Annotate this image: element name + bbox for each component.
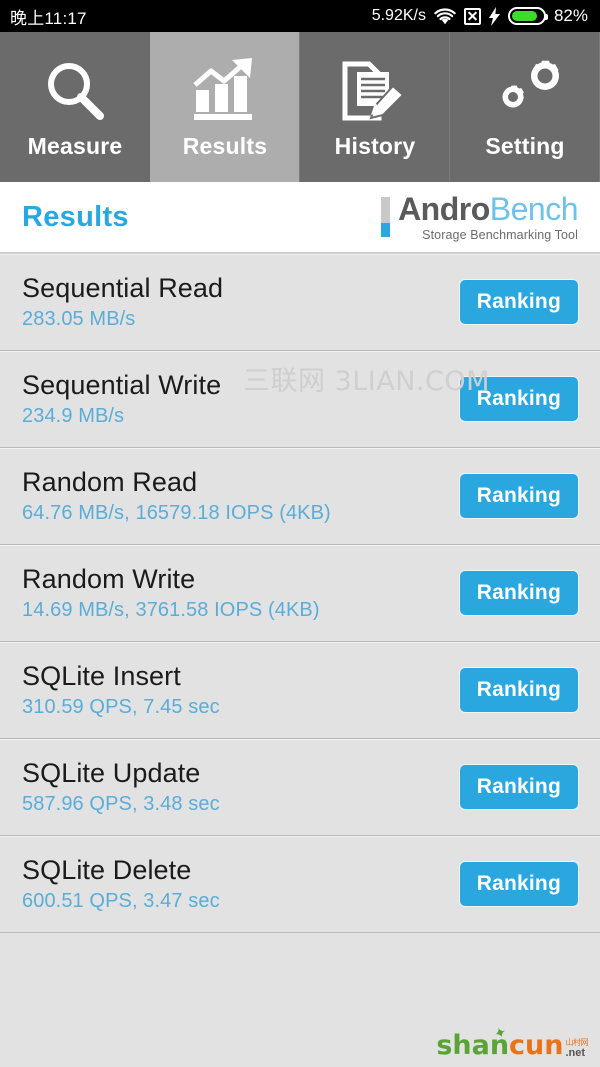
ranking-button[interactable]: Ranking bbox=[459, 474, 578, 518]
main-tab-bar: Measure Results History Setting bbox=[0, 32, 600, 182]
table-row[interactable]: SQLite Delete 600.51 QPS, 3.47 sec Ranki… bbox=[0, 836, 600, 933]
result-value: 587.96 QPS, 3.48 sec bbox=[22, 793, 220, 815]
tab-history[interactable]: History bbox=[300, 32, 450, 182]
status-bar-indicators: 5.92K/s 82% bbox=[372, 6, 588, 26]
brand-name-andro: Andro bbox=[398, 190, 490, 227]
bar-chart-arrow-icon bbox=[190, 55, 260, 127]
no-sim-icon bbox=[463, 7, 481, 25]
tab-measure-label: Measure bbox=[27, 132, 123, 159]
ranking-button[interactable]: Ranking bbox=[459, 668, 578, 712]
gears-icon bbox=[489, 55, 561, 127]
result-value: 234.9 MB/s bbox=[22, 405, 125, 427]
row-texts: SQLite Update 587.96 QPS, 3.48 sec bbox=[22, 758, 220, 816]
status-bar-clock: 晚上11:17 bbox=[10, 8, 87, 28]
androbench-logo: AndroBench Storage Benchmarking Tool bbox=[381, 193, 579, 242]
page-title: Results bbox=[22, 200, 129, 233]
result-title: Sequential Write bbox=[22, 370, 222, 400]
ranking-button[interactable]: Ranking bbox=[459, 571, 578, 615]
row-texts: Sequential Write 234.9 MB/s bbox=[22, 370, 221, 428]
result-title: Sequential Read bbox=[22, 273, 224, 303]
result-value: 283.05 MB/s bbox=[22, 308, 136, 330]
magnifier-icon bbox=[42, 55, 108, 127]
result-title: Random Read bbox=[22, 467, 198, 497]
result-title: SQLite Update bbox=[22, 758, 201, 788]
row-texts: Sequential Read 283.05 MB/s bbox=[22, 273, 223, 331]
result-value: 600.51 QPS, 3.47 sec bbox=[22, 890, 220, 912]
brand-text: AndroBench Storage Benchmarking Tool bbox=[398, 193, 578, 242]
brand-name-bench: Bench bbox=[489, 190, 579, 227]
tab-results-label: Results bbox=[182, 132, 268, 159]
tab-results[interactable]: Results bbox=[150, 32, 300, 182]
table-row[interactable]: SQLite Insert 310.59 QPS, 7.45 sec Ranki… bbox=[0, 642, 600, 739]
tab-setting[interactable]: Setting bbox=[450, 32, 600, 182]
result-title: SQLite Delete bbox=[22, 855, 192, 885]
result-title: Random Write bbox=[22, 564, 196, 594]
table-row[interactable]: Sequential Read 283.05 MB/s Ranking bbox=[0, 254, 600, 351]
result-title: SQLite Insert bbox=[22, 661, 181, 691]
table-row[interactable]: Random Read 64.76 MB/s, 16579.18 IOPS (4… bbox=[0, 448, 600, 545]
network-speed-label: 5.92K/s bbox=[371, 7, 426, 24]
table-row[interactable]: Sequential Write 234.9 MB/s Ranking bbox=[0, 351, 600, 448]
list-empty-space bbox=[0, 933, 600, 1067]
page-header: Results AndroBench Storage Benchmarking … bbox=[0, 182, 600, 254]
table-row[interactable]: Random Write 14.69 MB/s, 3761.58 IOPS (4… bbox=[0, 545, 600, 642]
results-list: Sequential Read 283.05 MB/s Ranking Sequ… bbox=[0, 254, 600, 933]
charging-bolt-icon bbox=[488, 6, 500, 26]
ranking-button[interactable]: Ranking bbox=[459, 280, 578, 324]
row-texts: SQLite Insert 310.59 QPS, 7.45 sec bbox=[22, 661, 220, 719]
row-texts: Random Read 64.76 MB/s, 16579.18 IOPS (4… bbox=[22, 467, 331, 525]
brand-subtitle: Storage Benchmarking Tool bbox=[422, 227, 578, 242]
result-value: 14.69 MB/s, 3761.58 IOPS (4KB) bbox=[22, 599, 320, 621]
table-row[interactable]: SQLite Update 587.96 QPS, 3.48 sec Ranki… bbox=[0, 739, 600, 836]
tab-measure[interactable]: Measure bbox=[0, 32, 150, 182]
result-value: 310.59 QPS, 7.45 sec bbox=[22, 696, 220, 718]
logo-bar-icon bbox=[381, 197, 391, 237]
brand-name: AndroBench bbox=[398, 193, 578, 225]
result-value: 64.76 MB/s, 16579.18 IOPS (4KB) bbox=[22, 502, 331, 524]
document-pencil-icon bbox=[341, 55, 409, 127]
ranking-button[interactable]: Ranking bbox=[459, 862, 578, 906]
status-bar: 晚上11:17 5.92K/s 82% bbox=[0, 0, 600, 32]
ranking-button[interactable]: Ranking bbox=[459, 765, 578, 809]
battery-icon bbox=[507, 7, 548, 25]
tab-history-label: History bbox=[334, 132, 416, 159]
row-texts: Random Write 14.69 MB/s, 3761.58 IOPS (4… bbox=[22, 564, 320, 622]
tab-setting-label: Setting bbox=[485, 132, 565, 159]
app-screen: 晚上11:17 5.92K/s 82% Measure Results Hist… bbox=[0, 0, 600, 1067]
battery-level-label: 82% bbox=[553, 6, 588, 25]
ranking-button[interactable]: Ranking bbox=[459, 377, 578, 421]
row-texts: SQLite Delete 600.51 QPS, 3.47 sec bbox=[22, 855, 220, 913]
wifi-icon bbox=[434, 8, 456, 25]
